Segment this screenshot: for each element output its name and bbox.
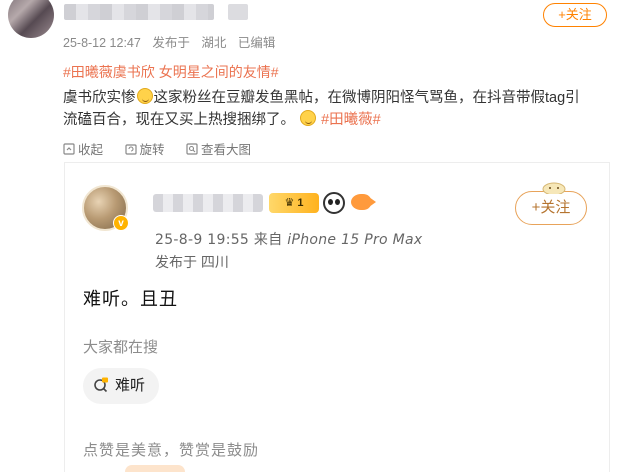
post-body-line: 虞书欣实惨 这家粉丝在豆瓣发鱼黑帖，在微博阴阳怪气骂鱼，在抖音带假tag引 <box>63 86 580 107</box>
post-source-label: 发布于 <box>152 36 190 50</box>
topic-link[interactable]: #田曦薇虞书欣 <box>63 64 155 80</box>
crown-icon: ♛ <box>284 197 298 209</box>
verified-badge-icon: v <box>113 215 129 231</box>
card-author-avatar: v <box>82 185 129 231</box>
post-location: 湖北 <box>201 36 227 50</box>
image-action-bar: 收起 旋转 查看大图 <box>63 139 269 158</box>
bun-deco-icon <box>542 182 566 194</box>
hot-search-icon <box>93 371 109 393</box>
tip-button-partial <box>125 465 185 472</box>
card-location: 发布于 四川 <box>155 254 229 270</box>
topic-link[interactable]: #田曦薇# <box>321 112 381 128</box>
author-badge-blurred <box>228 4 248 20</box>
collapse-label: 收起 <box>78 143 104 157</box>
post-body-line: 流磕百合，现在又买上热搜捆绑了。 #田曦薇# <box>63 108 381 129</box>
fish-icon <box>351 194 376 210</box>
follow-button[interactable]: +关注 <box>543 3 607 27</box>
author-name-blurred[interactable] <box>64 4 214 20</box>
post-edited: 已编辑 <box>237 36 276 50</box>
post-text: 虞书欣实惨 <box>63 90 136 106</box>
card-follow-label: +关注 <box>531 199 571 216</box>
card-follow-button: +关注 <box>515 182 587 225</box>
author-avatar[interactable] <box>8 0 54 38</box>
level-number: 1 <box>297 197 304 209</box>
view-large-label: 查看大图 <box>201 143 252 157</box>
rotate-icon <box>124 143 137 155</box>
post-text: 这家粉丝在豆瓣发鱼黑帖，在微博阴阳怪气骂鱼，在抖音带假tag引 <box>153 90 580 106</box>
rotate-label: 旋转 <box>139 143 165 157</box>
topic-link[interactable]: 女明星之间的友情# <box>159 64 279 80</box>
collapse-button[interactable]: 收起 <box>63 139 103 158</box>
card-from-label: 来自 <box>253 232 283 248</box>
view-large-button[interactable]: 查看大图 <box>186 139 251 158</box>
trending-search-heading: 大家都在搜 <box>83 339 159 356</box>
post-text: 流磕百合，现在又买上热搜捆绑了。 <box>63 112 295 128</box>
smile-emoji-icon <box>300 110 317 126</box>
card-timestamp: 25-8-9 19:55 来自 iPhone 15 Pro Max <box>155 229 423 249</box>
trending-search-label: 难听 <box>115 377 146 394</box>
magnify-icon <box>186 143 198 155</box>
panda-icon <box>323 192 345 214</box>
topic-links: #田曦薇虞书欣 女明星之间的友情# <box>63 62 283 82</box>
embedded-screenshot[interactable]: v ♛ 1 25-8-9 19:55 来自 iPhone 15 Pro Max … <box>64 162 610 472</box>
card-author-name-blurred <box>153 194 263 212</box>
card-device: iPhone 15 Pro Max <box>287 232 423 248</box>
rotate-button[interactable]: 旋转 <box>124 139 165 158</box>
card-time-value: 25-8-9 19:55 <box>155 232 250 248</box>
level-badge: ♛ 1 <box>269 193 319 213</box>
post-date[interactable]: 25-8-12 12:47 <box>63 36 141 50</box>
card-post-content: 难听。且丑 <box>83 289 178 309</box>
appreciate-text: 点赞是美意，赞赏是鼓励 <box>83 442 260 459</box>
post-meta: 25-8-12 12:47 发布于 湖北 已编辑 <box>63 32 283 51</box>
collapse-icon <box>63 143 75 155</box>
sweat-emoji-icon <box>136 88 153 104</box>
trending-search-pill: 难听 <box>83 368 160 404</box>
